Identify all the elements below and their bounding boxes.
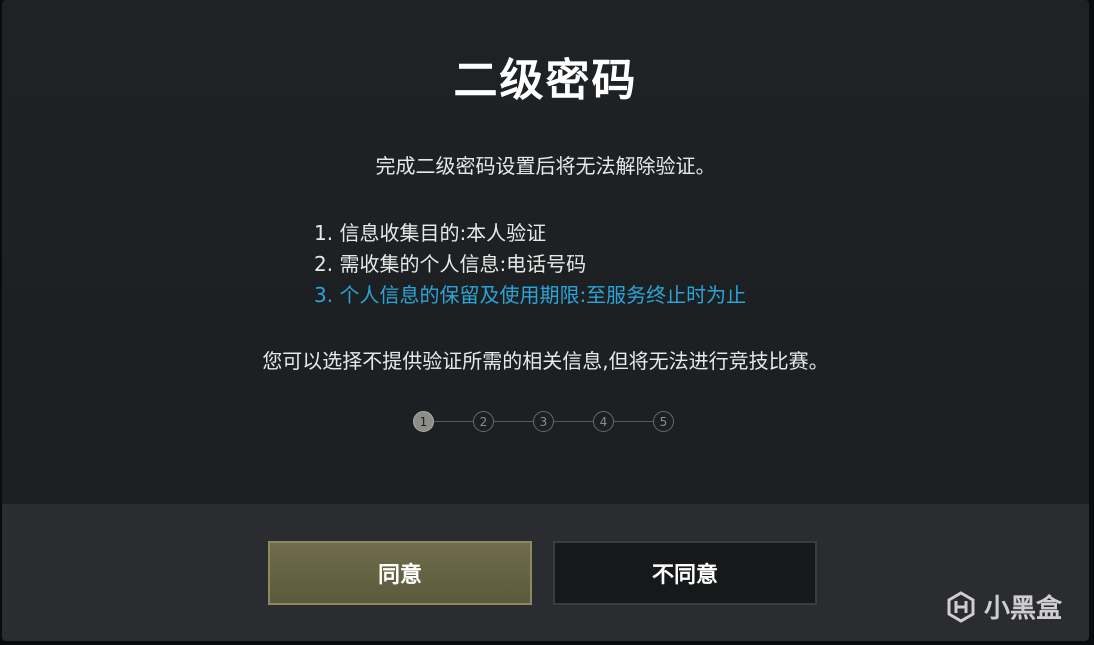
step-connector <box>494 420 533 423</box>
step-2: 2 <box>473 411 494 432</box>
step-connector <box>554 420 593 423</box>
info-list: 1. 信息收集目的:本人验证 2. 需收集的个人信息:电话号码 3. 个人信息的… <box>314 218 746 311</box>
agree-button[interactable]: 同意 <box>268 541 532 605</box>
notice-text: 您可以选择不提供验证所需的相关信息,但将无法进行竞技比赛。 <box>262 349 829 373</box>
heybox-logo-icon <box>947 590 975 623</box>
info-item-collected-data: 2. 需收集的个人信息:电话号码 <box>314 252 587 276</box>
dialog-footer <box>2 504 1089 641</box>
disagree-button-label: 不同意 <box>651 563 718 588</box>
step-1: 1 <box>413 411 434 432</box>
step-3: 3 <box>533 411 554 432</box>
watermark: 小黑盒 <box>944 588 1062 625</box>
step-4: 4 <box>593 411 614 432</box>
step-indicator: 1 2 3 4 5 <box>413 411 674 432</box>
watermark-text: 小黑盒 <box>983 594 1062 624</box>
info-item-purpose: 1. 信息收集目的:本人验证 <box>314 221 547 245</box>
dialog-title: 二级密码 <box>453 55 638 106</box>
agree-button-label: 同意 <box>377 563 422 588</box>
dialog-content: 二级密码 完成二级密码设置后将无法解除验证。 1. 信息收集目的:本人验证 2.… <box>2 0 1089 504</box>
dialog: 二级密码 完成二级密码设置后将无法解除验证。 1. 信息收集目的:本人验证 2.… <box>2 0 1089 641</box>
step-connector <box>434 420 473 423</box>
step-5: 5 <box>653 411 674 432</box>
step-connector <box>614 420 653 423</box>
dialog-subtitle: 完成二级密码设置后将无法解除验证。 <box>375 154 716 178</box>
disagree-button[interactable]: 不同意 <box>553 541 817 605</box>
info-item-retention-period: 3. 个人信息的保留及使用期限:至服务终止时为止 <box>314 283 747 307</box>
